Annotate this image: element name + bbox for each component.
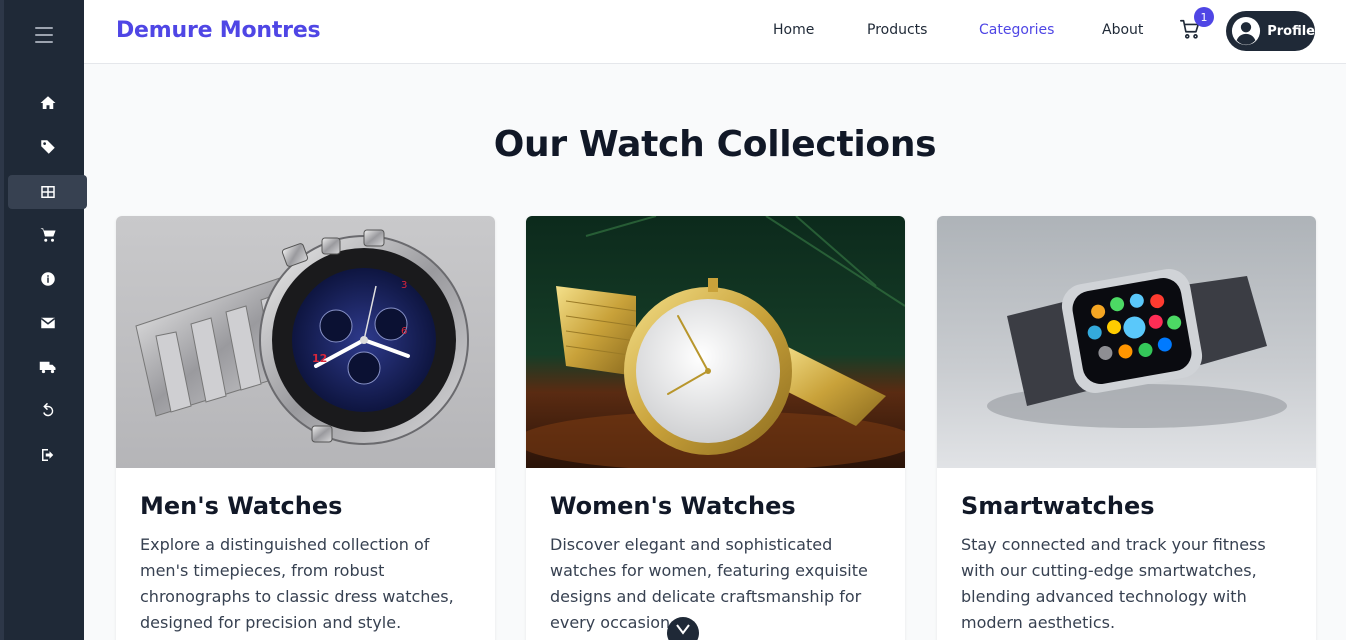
- card-title: Women's Watches: [550, 492, 796, 520]
- collection-card-mens[interactable]: 3 12 6 Men's Watches Explore a distingui…: [116, 216, 495, 640]
- nav-products[interactable]: Products: [867, 22, 927, 38]
- collection-card-womens[interactable]: Women's Watches Discover elegant and sop…: [526, 216, 905, 640]
- profile-button[interactable]: Profile: [1226, 11, 1315, 51]
- sidebar: [0, 0, 87, 640]
- sidebar-item-about[interactable]: [8, 262, 87, 296]
- card-description: Stay connected and track your fitness wi…: [961, 535, 1266, 632]
- profile-label: Profile: [1267, 23, 1315, 39]
- menu-toggle-icon[interactable]: [35, 27, 53, 43]
- cart-icon: [40, 228, 55, 242]
- cart-count-badge: 1: [1194, 7, 1214, 27]
- smartwatch-image: [937, 216, 1316, 468]
- nav-about[interactable]: About: [1102, 22, 1143, 38]
- sidebar-item-products[interactable]: [8, 130, 87, 164]
- nav-home[interactable]: Home: [773, 22, 814, 38]
- svg-text:6: 6: [401, 326, 407, 337]
- sidebar-item-home[interactable]: [8, 86, 87, 120]
- card-description: Discover elegant and sophisticated watch…: [550, 535, 868, 632]
- collection-card-smartwatches[interactable]: Smartwatches Stay connected and track yo…: [937, 216, 1316, 640]
- top-navbar: Demure Montres Home Products Categories …: [84, 0, 1346, 64]
- chevron-down-icon: [676, 624, 690, 635]
- brand-logo[interactable]: Demure Montres: [116, 18, 321, 43]
- card-description: Explore a distinguished collection of me…: [140, 535, 454, 632]
- svg-text:12: 12: [312, 352, 327, 365]
- womens-watch-image: [526, 216, 905, 468]
- nav-categories[interactable]: Categories: [979, 22, 1054, 38]
- grid-icon: [40, 186, 55, 198]
- sidebar-item-contact[interactable]: [8, 306, 87, 340]
- info-icon: [40, 272, 55, 286]
- sidebar-item-logout[interactable]: [8, 438, 87, 472]
- page-title: Our Watch Collections: [493, 124, 937, 165]
- sidebar-item-returns[interactable]: [8, 394, 87, 428]
- truck-icon: [39, 361, 55, 374]
- sidebar-item-cart[interactable]: [8, 218, 87, 252]
- card-title: Men's Watches: [140, 492, 343, 520]
- envelope-icon: [40, 317, 55, 329]
- sidebar-item-shipping[interactable]: [8, 350, 87, 384]
- mens-watch-image: 3 12 6: [116, 216, 495, 468]
- user-avatar-icon: [1230, 15, 1262, 47]
- svg-text:3: 3: [401, 280, 407, 291]
- sidebar-item-categories[interactable]: [8, 175, 87, 209]
- tag-icon: [40, 140, 55, 154]
- home-icon: [40, 96, 55, 109]
- sign-out-icon: [41, 449, 53, 461]
- card-title: Smartwatches: [961, 492, 1155, 520]
- undo-icon: [42, 402, 53, 417]
